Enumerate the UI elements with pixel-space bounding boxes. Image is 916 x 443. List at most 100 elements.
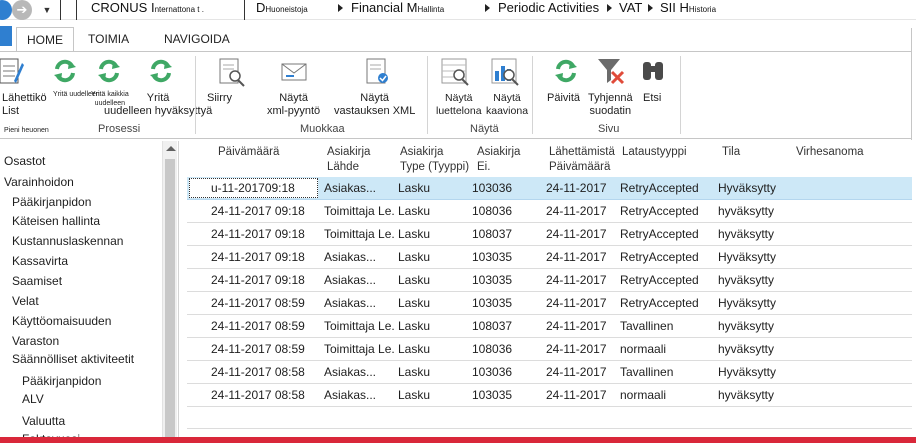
breadcrumb-arrow-icon (607, 4, 612, 12)
table-cell: 103035 (472, 296, 513, 310)
breadcrumb-departments[interactable]: DHuoneistoja (256, 0, 308, 20)
nav-item[interactable]: Velat (12, 294, 39, 308)
table-row[interactable]: 24-11-2017 08:59 Asiakas... Lasku 103035 24-… (187, 292, 912, 315)
table-cell: Asiakas... (324, 296, 377, 310)
find-binoculars-icon[interactable] (640, 58, 668, 84)
breadcrumb-financial[interactable]: Financial MHallinta (351, 0, 444, 20)
clear-filter-button[interactable]: Tyhjennä suodatin (588, 92, 633, 118)
clear-filter-icon[interactable] (596, 56, 626, 86)
table-row[interactable]: 24-11-2017 08:59 Toimittaja Le... Lasku 108… (187, 338, 912, 361)
column-header[interactable]: Asiakirja Lähde (327, 145, 370, 175)
table-cell: 24-11-2017 (546, 319, 607, 333)
nav-item[interactable]: Käteisen hallinta (12, 214, 100, 228)
nav-item[interactable]: Kustannuslaskennan (12, 234, 123, 248)
table-cell: Lasku (398, 181, 431, 195)
table-cell: normaali (620, 388, 667, 402)
nav-item[interactable]: Saamiset (12, 274, 62, 288)
back-icon[interactable] (0, 0, 12, 20)
app-menu-button[interactable] (0, 26, 12, 46)
nav-item[interactable]: Valuutta (22, 414, 65, 428)
table-cell: 24-11-2017 08:59 (211, 342, 305, 356)
move-button[interactable]: Siirry (207, 92, 232, 105)
show-chart-button[interactable]: Näytä kaaviona (486, 92, 528, 118)
table-cell: Lasku (398, 365, 431, 379)
separator (76, 0, 77, 20)
column-header[interactable]: Virhesanoma (796, 145, 864, 160)
column-header[interactable]: Päivämäärä (218, 145, 279, 160)
table-cell: RetryAccepted (620, 181, 699, 195)
show-chart-icon[interactable] (490, 57, 520, 87)
group-separator (195, 56, 196, 134)
table-cell: RetryAccepted (620, 273, 699, 287)
nav-item[interactable]: Pääkirjanpidon (22, 374, 101, 388)
nav-scrollbar[interactable] (162, 141, 177, 443)
tab-actions[interactable]: TOIMIA (88, 29, 129, 49)
show-xml-response-button[interactable]: Näytä vastauksen XML (334, 92, 415, 118)
nav-item[interactable]: Osastot (4, 154, 45, 168)
scroll-up-arrow-icon[interactable] (166, 146, 176, 151)
table-row[interactable]: 24-11-2017 09:18 Toimittaja Le... Lasku 108… (187, 223, 912, 246)
history-dropdown-icon[interactable]: ▼ (40, 3, 54, 17)
table-cell: Asiakas... (324, 388, 377, 402)
table-cell: Lasku (398, 319, 431, 333)
refresh-button[interactable]: Päivitä (547, 92, 580, 105)
table-cell: Lasku (398, 342, 431, 356)
table-cell: Lasku (398, 204, 431, 218)
nav-item[interactable]: Käyttöomaisuuden (12, 314, 111, 328)
table-cell: 24-11-2017 09:18 (211, 250, 305, 264)
nav-item[interactable]: Kassavirta (12, 254, 68, 268)
table-cell: 108036 (472, 342, 513, 356)
forward-icon[interactable]: ➔ (12, 0, 32, 20)
nav-item[interactable]: Varainhoidon (4, 175, 74, 189)
xml-response-icon[interactable] (365, 57, 393, 87)
table-cell: Asiakas... (324, 181, 377, 195)
find-button[interactable]: Etsi (643, 92, 661, 105)
group-label-view: Näytä (470, 123, 499, 135)
column-header[interactable]: Asiakirja Type (Tyyppi) (400, 145, 469, 175)
table-row[interactable]: 24-11-2017 08:58 Asiakas... Lasku 103035 24-… (187, 384, 912, 407)
refresh-icon[interactable] (552, 57, 580, 85)
nav-item[interactable]: ALV (22, 392, 44, 406)
show-xml-request-button[interactable]: Näytä xml-pyyntö (267, 92, 320, 118)
table-cell: Lasku (398, 273, 431, 287)
column-header[interactable]: Lataustyyppi (622, 145, 687, 160)
table-cell: 24-11-2017 08:59 (211, 296, 305, 310)
breadcrumb-periodic[interactable]: Periodic Activities (498, 0, 599, 20)
table-cell: Toimittaja Le... (324, 342, 394, 356)
nav-item[interactable]: Varaston (12, 334, 59, 348)
column-header[interactable]: Tila (722, 145, 740, 160)
table-row[interactable]: 24-11-2017 08:58 Asiakas... Lasku 103036 24-… (187, 361, 912, 384)
table-row[interactable]: 24-11-2017 09:18 Asiakas... Lasku 103035 24-… (187, 269, 912, 292)
send-list-button[interactable]: Lähettikö List (2, 92, 47, 118)
table-cell: RetryAccepted (620, 204, 699, 218)
column-header[interactable]: Asiakirja Ei. (477, 145, 520, 175)
breadcrumb-company[interactable]: CRONUS Internattona t . (91, 0, 204, 20)
retry-all-icon[interactable] (95, 57, 123, 85)
nav-item[interactable]: Pääkirjanpidon (12, 195, 91, 209)
table-cell: Tavallinen (620, 319, 674, 333)
retry-icon[interactable] (51, 57, 79, 85)
table-row[interactable]: u-11-201709:18 Asiakas... Lasku 103036 24-11… (187, 177, 912, 200)
nav-item[interactable]: Säännölliset aktiviteetit (12, 352, 134, 366)
group-separator (532, 56, 533, 134)
table-cell: hyväksytty (718, 342, 775, 356)
column-header[interactable]: Lähettämistä Päivämäärä (549, 145, 615, 175)
table-cell: Lasku (398, 227, 431, 241)
breadcrumb-vat[interactable]: VAT (619, 0, 642, 20)
show-list-button[interactable]: Näytä luettelona (436, 92, 482, 118)
xml-request-icon[interactable] (280, 60, 310, 84)
table-cell: hyväksytty (718, 388, 775, 402)
show-list-icon[interactable] (440, 57, 470, 87)
table-row[interactable]: 24-11-2017 09:18 Toimittaja Le... Lasku 108… (187, 200, 912, 223)
move-icon[interactable] (218, 57, 246, 87)
retry-accepted-icon[interactable] (147, 57, 175, 85)
tab-navigate[interactable]: NAVIGOIDA (164, 29, 230, 49)
table-cell: Hyväksytty (718, 181, 777, 195)
table-row[interactable]: 24-11-2017 09:18 Asiakas... Lasku 103035 24-… (187, 246, 912, 269)
breadcrumb-sii[interactable]: SII HHistoria (660, 0, 716, 20)
scroll-thumb[interactable] (165, 159, 175, 439)
tab-home[interactable]: HOME (16, 27, 74, 51)
send-list-icon[interactable] (0, 57, 24, 87)
table-row[interactable]: 24-11-2017 08:59 Toimittaja Le... Lasku 108… (187, 315, 912, 338)
table-cell: 24-11-2017 08:58 (211, 365, 305, 379)
